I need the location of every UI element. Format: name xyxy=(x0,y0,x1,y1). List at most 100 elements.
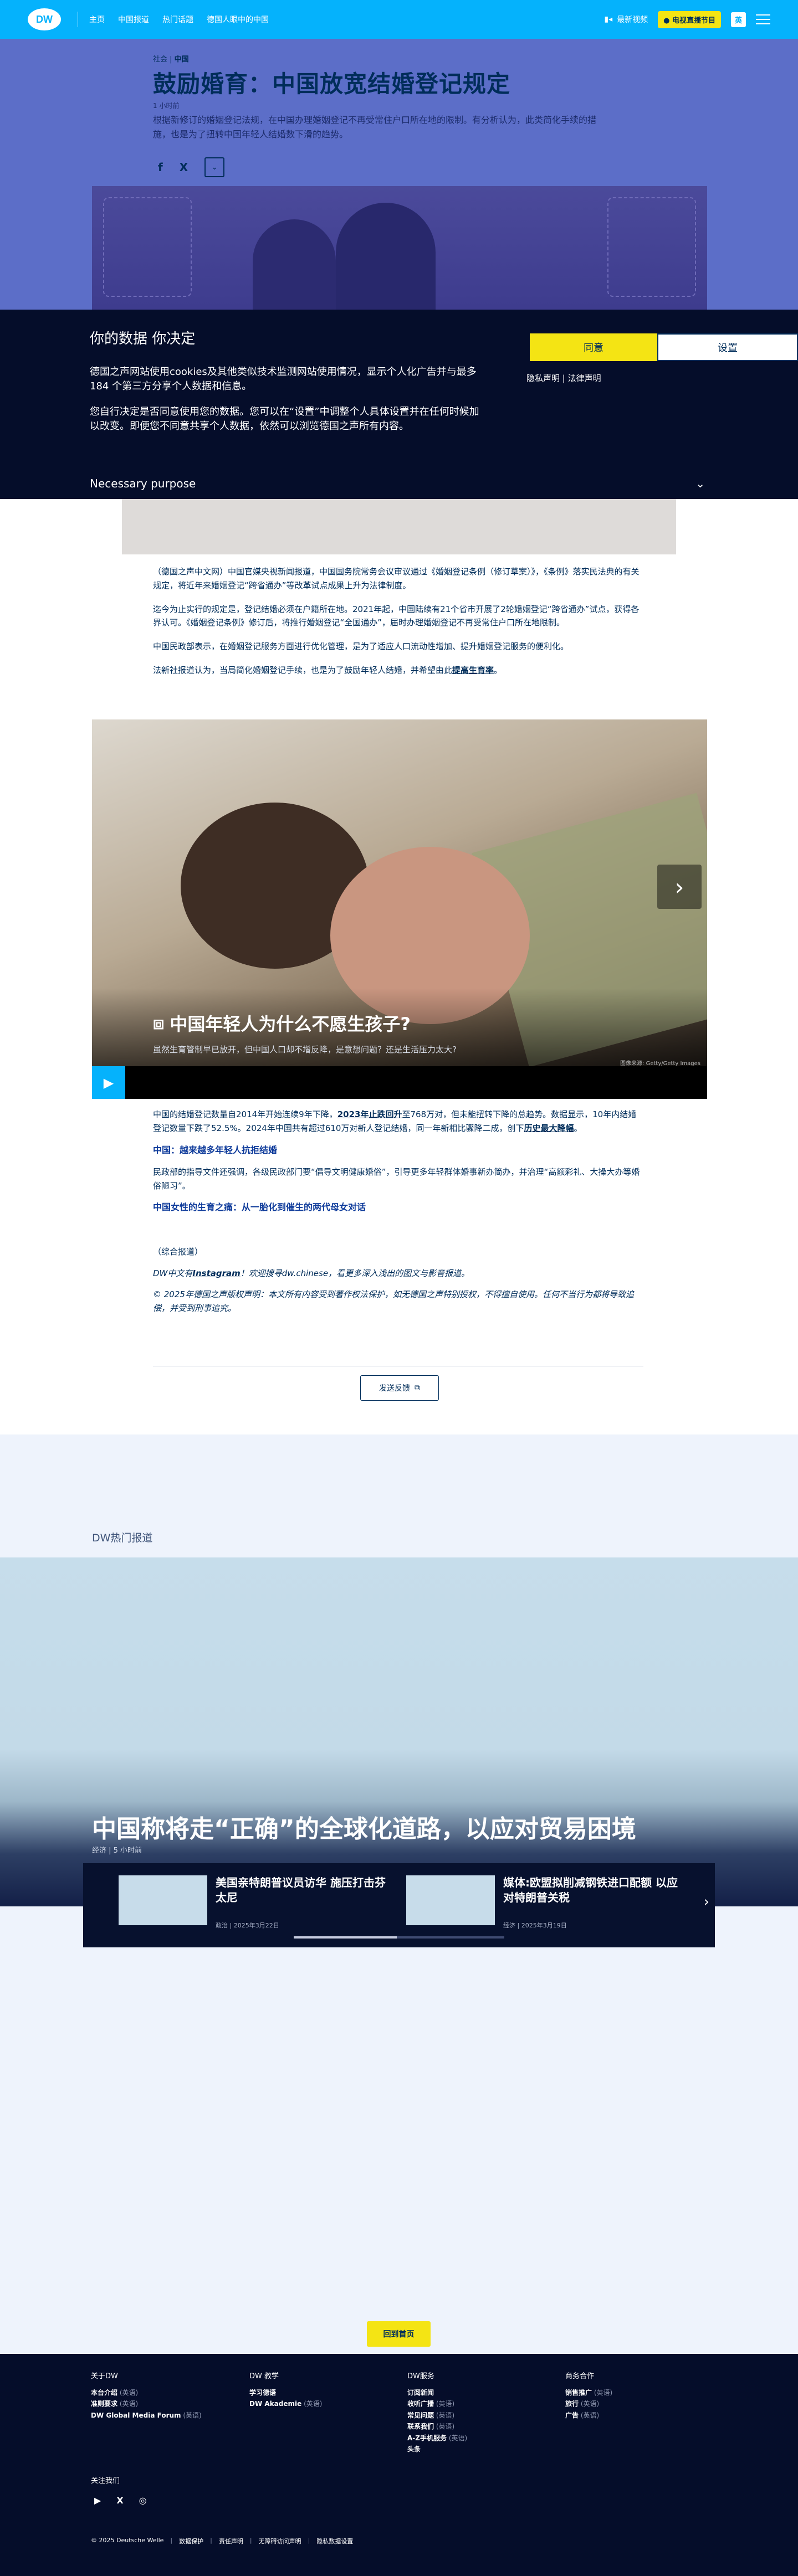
footer-column-title: DW服务 xyxy=(407,2372,434,2380)
copy-icon: ⧉ xyxy=(415,1384,420,1392)
card-title: 美国亲特朗普议员访华 施压打击芬太尼 xyxy=(216,1876,386,1904)
article-hero-image xyxy=(92,186,707,310)
youtube-icon[interactable]: ▶ xyxy=(94,2495,101,2506)
privacy-link[interactable]: 隐私声明 xyxy=(526,373,560,383)
breadcrumb-region[interactable]: 中国 xyxy=(175,55,189,64)
footer-link[interactable]: DW Global Media Forum (英语) xyxy=(91,2410,202,2421)
footer-column-education: DW 教学 学习德语 DW Akademie (英语) xyxy=(249,2371,322,2410)
nav-link-china[interactable]: 中国报道 xyxy=(118,14,149,25)
birthrate-link[interactable]: 提高生育率 xyxy=(452,665,494,675)
article-paragraph: 中国民政部表示，在婚姻登记服务方面进行优化管理，是为了适应人口流动性增加、提升婚… xyxy=(153,641,569,651)
nav-link-topics[interactable]: 热门话题 xyxy=(162,14,193,25)
footer-link[interactable]: 准则要求 (英语) xyxy=(91,2398,202,2409)
social-icons: ▶ X ◎ xyxy=(94,2495,147,2506)
x-icon[interactable]: X xyxy=(180,161,188,174)
footer-link[interactable]: 订阅新闻 xyxy=(407,2387,467,2398)
share-more-icon[interactable]: ⌄ xyxy=(204,157,225,177)
camera-icon: ⧈ xyxy=(153,1012,165,1034)
cookie-settings-button[interactable]: 设置 xyxy=(657,333,798,361)
footer-column-title: 关于DW xyxy=(91,2372,118,2380)
nav-link-germans-view[interactable]: 德国人眼中的中国 xyxy=(207,14,269,25)
play-icon[interactable]: ▶ xyxy=(92,1066,125,1099)
footer-link[interactable]: 联系我们 (英语) xyxy=(407,2421,467,2432)
instagram-link[interactable]: Instagram xyxy=(192,1268,240,1278)
facebook-icon[interactable]: f xyxy=(158,161,163,174)
ad-placeholder xyxy=(122,499,676,554)
cookie-text-1: 德国之声网站使用cookies及其他类似技术监测网站使用情况，显示个人化广告并与… xyxy=(90,366,477,393)
purpose-label: Necessary purpose xyxy=(90,477,196,490)
carousel-next-icon[interactable]: › xyxy=(704,1894,709,1910)
footer-link[interactable]: 旅行 (英语) xyxy=(565,2398,612,2409)
trending-carousel: 美国亲特朗普议员访华 施压打击芬太尼 政治 | 2025年3月22日 媒体:欧盟… xyxy=(83,1863,715,1947)
source-note: （综合报道） xyxy=(153,1246,203,1257)
marriage-rebound-link[interactable]: 2023年止跌回升 xyxy=(337,1109,402,1119)
footer-column-services: DW服务 订阅新闻 收听广播 (英语) 常见问题 (英语) 联系我们 (英语) … xyxy=(407,2371,467,2455)
follow-us-label: 关注我们 xyxy=(91,2477,120,2485)
cookie-title: 你的数据 你决定 xyxy=(90,331,196,347)
video-player[interactable]: ⧈ 中国年轻人为什么不愿生孩子? 虽然生育管制早已放开，但中国人口却不增反降，是意… xyxy=(92,719,707,1099)
footer-link[interactable]: DW Akademie (英语) xyxy=(249,2398,322,2409)
related-article-link[interactable]: 中国女性的生育之痛：从一胎化到催生的两代母女对话 xyxy=(153,1200,643,1215)
footer-link[interactable]: A-Z手机服务 (英语) xyxy=(407,2433,467,2444)
dw-logo[interactable]: DW xyxy=(28,8,61,30)
legal-link[interactable]: 法律声明 xyxy=(568,373,601,383)
card-thumbnail xyxy=(119,1875,207,1925)
nav-link-home[interactable]: 主页 xyxy=(89,14,105,25)
latest-video-link[interactable]: ▮◂ 最新视频 xyxy=(604,14,648,25)
cookie-consent-banner: 你的数据 你决定 德国之声网站使用cookies及其他类似技术监测网站使用情况，… xyxy=(0,310,798,499)
trending-label: DW热门报道 xyxy=(92,1532,153,1544)
legal-link[interactable]: 责任声明 xyxy=(219,2537,243,2546)
video-title: ⧈ 中国年轻人为什么不愿生孩子? xyxy=(153,1012,411,1035)
instagram-note: DW中文有Instagram！欢迎搜寻dw.chinese，看更多深入浅出的图文… xyxy=(153,1268,470,1278)
back-to-home-button[interactable]: 回到首页 xyxy=(367,2321,431,2347)
legal-link[interactable]: 隐私数据设置 xyxy=(316,2537,353,2546)
trending-hero-meta: 经济 | 5 小时前 xyxy=(92,1847,142,1855)
video-control-bar xyxy=(125,1066,707,1099)
legal-link[interactable]: 数据保护 xyxy=(179,2537,203,2546)
chevron-down-icon: ⌄ xyxy=(695,477,705,490)
copyright-note: © 2025年德国之声版权声明：本文所有内容受到著作权法保护，如无德国之声特别授… xyxy=(153,1289,634,1314)
send-feedback-button[interactable]: 发送反馈 ⧉ xyxy=(360,1375,439,1401)
live-tv-button[interactable]: ● 电视直播节目 xyxy=(658,11,721,28)
hamburger-menu-icon[interactable] xyxy=(756,14,770,24)
cookie-links: 隐私声明 | 法律声明 xyxy=(526,373,601,383)
footer-link[interactable]: 销售推广 (英语) xyxy=(565,2387,612,2398)
article-body: （德国之声中文网）中国官媒央视新闻报道，中国国务院常务会议审议通过《婚姻登记条例… xyxy=(153,565,643,687)
footer-link[interactable]: 广告 (英语) xyxy=(565,2410,612,2421)
trending-hero-title[interactable]: 中国称将走“正确”的全球化道路，以应对贸易困境 xyxy=(92,1809,636,1844)
necessary-purpose-toggle[interactable]: Necessary purpose ⌄ xyxy=(90,477,705,490)
footer-link[interactable]: 本台介绍 (英语) xyxy=(91,2387,202,2398)
card-meta: 经济 | 2025年3月19日 xyxy=(503,1922,567,1929)
card-thumbnail xyxy=(406,1875,495,1925)
share-row: f X ⌄ xyxy=(158,157,225,177)
video-subtitle: 虽然生育管制早已放开，但中国人口却不增反降，是意想问题？还是生活压力太大? xyxy=(153,1045,457,1055)
language-button[interactable]: 英 xyxy=(730,12,746,27)
legal-link[interactable]: 无障碍访问声明 xyxy=(259,2537,301,2546)
article-paragraph: 迄今为止实行的规定是，登记结婚必须在户籍所在地。2021年起，中国陆续有21个省… xyxy=(153,604,640,628)
carousel-progress-fill xyxy=(294,1936,397,1939)
footer-link[interactable]: 学习德语 xyxy=(249,2387,322,2398)
instagram-icon[interactable]: ◎ xyxy=(139,2495,147,2506)
article-lede: 根据新修订的婚姻登记法规，在中国办理婚姻登记不再受常住户口所在地的限制。有分析认… xyxy=(153,115,597,140)
footer-column-title: DW 教学 xyxy=(249,2372,279,2380)
article-paragraph: 中国的结婚登记数量自2014年开始连续9年下降，2023年止跌回升至768万对，… xyxy=(153,1109,637,1133)
footer-column-title: 商务合作 xyxy=(565,2372,595,2380)
carousel-progress xyxy=(294,1936,504,1939)
accept-cookies-button[interactable]: 同意 xyxy=(530,333,657,361)
article-paragraph: 民政部的指导文件还强调，各级民政部门要“倡导文明健康婚俗”，引导更多年轻群体婚事… xyxy=(153,1166,640,1191)
trending-card[interactable]: 媒体:欧盟拟削减钢铁进口配额 以应对特朗普关税 经济 | 2025年3月19日 xyxy=(406,1875,689,1931)
related-article-link[interactable]: 中国：越来越多年轻人抗拒结婚 xyxy=(153,1143,643,1158)
breadcrumb-section[interactable]: 社会 xyxy=(153,55,167,64)
footer-link[interactable]: 常见问题 (英语) xyxy=(407,2410,467,2421)
next-slide-icon[interactable]: › xyxy=(657,865,702,909)
footer-link[interactable]: 头条 xyxy=(407,2444,467,2455)
copyright-text: © 2025 Deutsche Welle xyxy=(91,2537,164,2544)
largest-drop-link[interactable]: 历史最大降幅 xyxy=(524,1123,574,1133)
footer-link[interactable]: 收听广播 (英语) xyxy=(407,2398,467,2409)
card-meta: 政治 | 2025年3月22日 xyxy=(216,1922,279,1929)
x-icon[interactable]: X xyxy=(116,2495,123,2506)
top-navigation: DW 主页 中国报道 热门话题 德国人眼中的中国 ▮◂ 最新视频 ● 电视直播节… xyxy=(0,0,798,39)
footer: 关于DW 本台介绍 (英语) 准则要求 (英语) DW Global Media… xyxy=(0,2354,798,2576)
trending-card[interactable]: 美国亲特朗普议员访华 施压打击芬太尼 政治 | 2025年3月22日 xyxy=(119,1875,401,1931)
feedback-label: 发送反馈 xyxy=(379,1384,410,1393)
